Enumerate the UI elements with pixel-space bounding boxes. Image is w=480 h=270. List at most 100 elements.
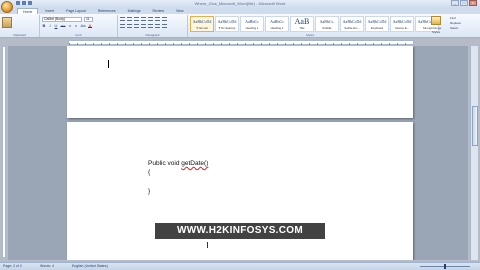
change-styles-button[interactable]: Change Styles — [428, 16, 444, 34]
superscript-button[interactable]: x — [74, 24, 78, 28]
numbering-icon[interactable] — [127, 17, 132, 21]
paste-icon[interactable] — [2, 17, 12, 28]
font-group: Calibri (Body) 11 B I U abc x x Aa A Fon… — [40, 15, 118, 37]
style-name: ¶ No Spacing — [218, 26, 236, 30]
style-no-spacing[interactable]: AaBbCcDd ¶ No Spacing — [215, 16, 239, 32]
undo-icon[interactable] — [22, 1, 26, 5]
editing-group: Find Replace Select — [450, 16, 474, 31]
maximize-button[interactable]: □ — [460, 0, 468, 6]
decrease-indent-icon[interactable] — [141, 17, 146, 21]
page-1[interactable] — [67, 46, 413, 118]
show-marks-icon[interactable] — [162, 17, 167, 21]
style-name: Subtitle — [322, 26, 332, 30]
language-indicator[interactable]: English (United States) — [72, 264, 108, 268]
code-line-1: Public void getDate() — [148, 160, 208, 167]
code-line-4: } — [148, 188, 151, 195]
align-center-icon[interactable] — [127, 24, 132, 28]
page-2[interactable]: Public void getDate() { } — [67, 122, 413, 260]
font-color-button[interactable]: A — [88, 24, 92, 28]
vertical-ruler[interactable] — [2, 46, 6, 258]
style-normal[interactable]: AaBbCcDd ¶ Normal — [190, 16, 214, 32]
change-styles-icon — [431, 16, 441, 25]
style-heading-1[interactable]: AaBbCc Heading 1 — [240, 16, 264, 32]
style-sample: AaBbCc — [270, 19, 284, 24]
window-controls: _ □ x — [451, 0, 477, 6]
underline-button[interactable]: U — [54, 24, 58, 28]
style-name: Subtle Em... — [344, 26, 360, 30]
status-bar: Page: 2 of 2 Words: 4 English (United St… — [0, 262, 480, 270]
select-button[interactable]: Select — [450, 26, 474, 31]
subscript-button[interactable]: x — [68, 24, 72, 28]
paragraph-row-1 — [120, 17, 167, 21]
styles-label: Styles — [305, 33, 315, 37]
redo-icon[interactable] — [28, 1, 32, 5]
increase-indent-icon[interactable] — [148, 17, 153, 21]
style-sample: AaBbCcDd — [392, 19, 412, 24]
watermark-banner: WWW.H2KINFOSYS.COM — [155, 223, 325, 239]
strikethrough-button[interactable]: abc — [60, 24, 66, 28]
style-name: Emphasis — [370, 26, 384, 30]
bullets-icon[interactable] — [120, 17, 125, 21]
scrollbar-thumb[interactable] — [472, 106, 478, 146]
misspelled-word: getDate() — [181, 160, 209, 167]
code-line-2: { — [148, 169, 151, 176]
style-subtitle[interactable]: AaBbCc. Subtitle — [315, 16, 339, 32]
font-label: Font — [75, 33, 82, 37]
page-count[interactable]: Page: 2 of 2 — [3, 264, 22, 268]
justify-icon[interactable] — [141, 24, 146, 28]
clipboard-label: Clipboard — [13, 33, 26, 37]
horizontal-ruler[interactable] — [68, 40, 414, 45]
style-heading-2[interactable]: AaBbCc Heading 2 — [265, 16, 289, 32]
line-spacing-icon[interactable] — [148, 24, 153, 28]
shading-icon[interactable] — [155, 24, 160, 28]
sort-icon[interactable] — [155, 17, 160, 21]
font-size-select[interactable]: 11 — [84, 17, 93, 22]
paragraph-label: Paragraph — [145, 33, 160, 37]
style-name: Title — [299, 26, 305, 30]
code-text: Public void — [148, 160, 182, 167]
minimize-button[interactable]: _ — [451, 0, 459, 6]
office-button[interactable] — [1, 1, 13, 13]
font-name-select[interactable]: Calibri (Body) — [42, 17, 82, 22]
style-title[interactable]: AaB Title — [290, 16, 314, 32]
style-name: ¶ Normal — [196, 26, 208, 30]
zoom-knob[interactable] — [444, 264, 446, 269]
word-count[interactable]: Words: 4 — [40, 264, 54, 268]
style-name: Intense E... — [394, 26, 410, 30]
quick-access-toolbar — [16, 1, 32, 5]
paragraph-row-2 — [120, 24, 167, 28]
ribbon: Clipboard Calibri (Body) 11 B I U abc x … — [0, 14, 480, 38]
style-sample: AaBbCc — [245, 19, 259, 24]
format-buttons: B I U abc x x Aa A — [42, 24, 92, 28]
window-title: Where_Clos_Microsoft_Word(Mir) - Microso… — [194, 1, 286, 6]
style-sample: AaBbCcDd — [217, 19, 237, 24]
style-sample: AaBbCcDd — [367, 19, 387, 24]
align-right-icon[interactable] — [134, 24, 139, 28]
change-styles-label: Change Styles — [430, 26, 442, 34]
multilevel-icon[interactable] — [134, 17, 139, 21]
style-sample: AaBbCcDd — [342, 19, 362, 24]
italic-button[interactable]: I — [48, 24, 52, 28]
ruler-ticks — [69, 43, 413, 45]
borders-icon[interactable] — [162, 24, 167, 28]
close-button[interactable]: x — [469, 0, 477, 6]
clipboard-group: Clipboard — [0, 15, 40, 37]
bold-button[interactable]: B — [42, 24, 46, 28]
style-emphasis[interactable]: AaBbCcDd Emphasis — [365, 16, 389, 32]
text-cursor — [108, 60, 109, 68]
vertical-scrollbar[interactable] — [470, 46, 478, 260]
title-bar: Where_Clos_Microsoft_Word(Mir) - Microso… — [0, 0, 480, 8]
save-icon[interactable] — [16, 1, 20, 5]
styles-gallery: AaBbCcDd ¶ Normal AaBbCcDd ¶ No Spacing … — [190, 16, 439, 32]
style-intense-emphasis[interactable]: AaBbCcDd Intense E... — [390, 16, 414, 32]
style-subtle-emphasis[interactable]: AaBbCcDd Subtle Em... — [340, 16, 364, 32]
style-name: Heading 1 — [245, 26, 259, 30]
paragraph-group: Paragraph — [118, 15, 188, 37]
align-left-icon[interactable] — [120, 24, 125, 28]
style-sample: AaB — [294, 17, 310, 26]
ibeam-cursor-icon — [207, 242, 208, 248]
change-case-button[interactable]: Aa — [80, 24, 86, 28]
style-sample: AaBbCc. — [319, 19, 335, 24]
style-sample: AaBbCcDd — [192, 19, 212, 24]
style-name: Heading 2 — [270, 26, 284, 30]
